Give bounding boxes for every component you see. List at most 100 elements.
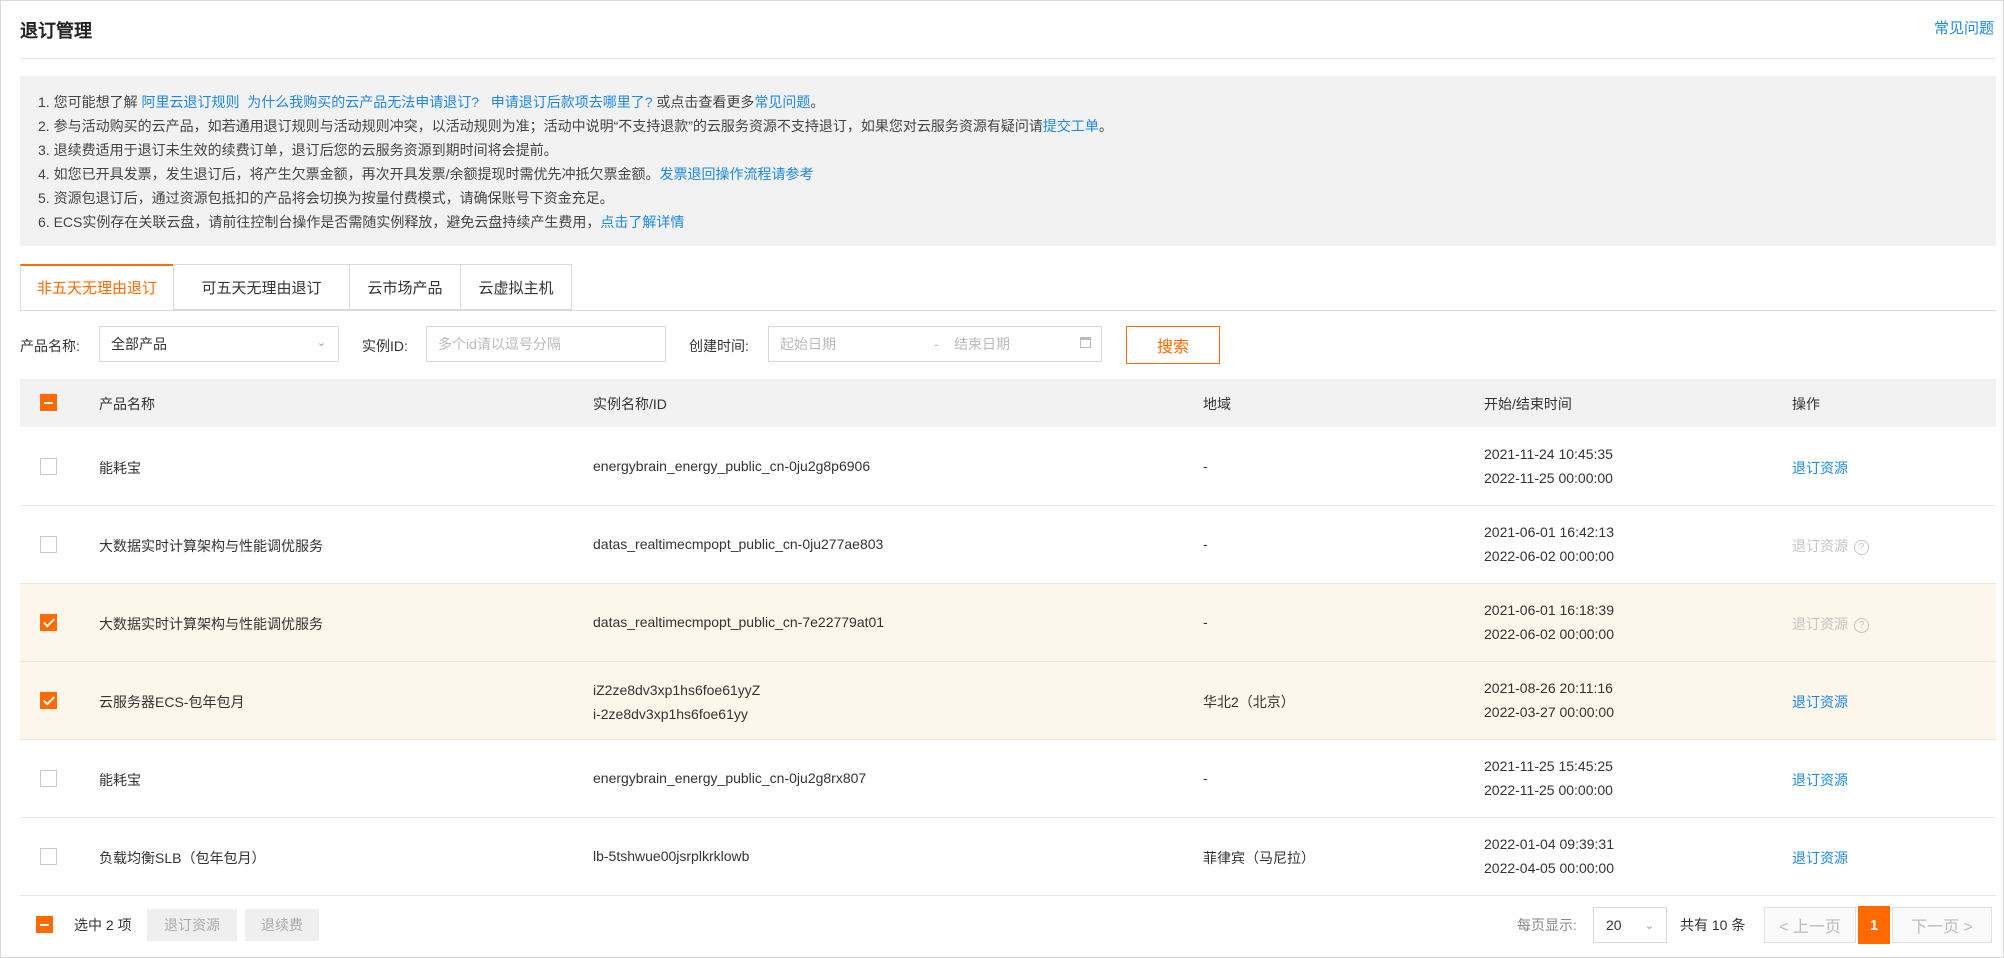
start-time: 2022-01-04 09:39:31: [1484, 836, 1614, 852]
total-count: 共有 10 条: [1680, 917, 1746, 933]
unsubscribe-resource-link[interactable]: 退订资源: [1792, 694, 1848, 710]
unsubscribe-resource-link: 退订资源: [1792, 538, 1848, 554]
notice-text: 。: [810, 94, 825, 110]
row-checkbox[interactable]: [40, 614, 57, 631]
notice-line-6: 6. ECS实例存在关联云盘，请前往控制台操作是否需随实例释放，避免云盘持续产生…: [38, 212, 684, 232]
instance-id: lb-5tshwue00jsrplkrklowb: [593, 848, 750, 864]
refund-destination-link[interactable]: 申请退订后款项去哪里了?: [491, 94, 653, 110]
faq-link[interactable]: 常见问题: [1934, 17, 1994, 38]
end-time: 2022-11-25 00:00:00: [1484, 782, 1613, 798]
why-cannot-refund-link[interactable]: 为什么我购买的云产品无法申请退订?: [247, 94, 479, 110]
footer-select-all-checkbox[interactable]: [36, 916, 53, 933]
action-cell: 退订资源?: [1792, 614, 1869, 634]
unsubscribe-resource-link[interactable]: 退订资源: [1792, 850, 1848, 866]
action-cell: 退订资源: [1792, 770, 1848, 790]
col-region: 地域: [1203, 396, 1231, 412]
product-name: 能耗宝: [99, 772, 141, 788]
tab-five-day[interactable]: 可五天无理由退订: [173, 264, 350, 310]
table-row: 大数据实时计算架构与性能调优服务 datas_realtimecmpopt_pub…: [20, 584, 1996, 662]
notice-line-4: 4. 如您已开具发票，发生退订后，将产生欠票金额，再次开具发票/余额提现时需优先…: [38, 164, 813, 184]
start-time: 2021-11-25 15:45:25: [1484, 758, 1613, 774]
end-date-input[interactable]: 结束日期: [954, 334, 1010, 354]
unsubscribe-resource-link[interactable]: 退订资源: [1792, 772, 1848, 788]
tabs-divider: [20, 310, 1996, 311]
page-size-select[interactable]: 20 ⌄: [1593, 907, 1667, 943]
notice-text: 1. 您可能想了解: [38, 94, 142, 110]
title-divider: [20, 58, 1996, 59]
row-checkbox[interactable]: [40, 770, 57, 787]
date-separator: -: [934, 336, 939, 352]
start-date-input[interactable]: 起始日期: [780, 334, 836, 354]
notice-text: 4. 如您已开具发票，发生退订后，将产生欠票金额，再次开具发票/余额提现时需优先…: [38, 166, 660, 182]
help-icon[interactable]: ?: [1854, 617, 1869, 633]
created-time-label: 创建时间:: [689, 338, 749, 354]
end-time: 2022-11-25 00:00:00: [1484, 470, 1613, 486]
row-checkbox[interactable]: [40, 692, 57, 709]
row-checkbox[interactable]: [40, 848, 57, 865]
table-row: 大数据实时计算架构与性能调优服务 datas_realtimecmpopt_pub…: [20, 506, 1996, 584]
col-instance: 实例名称/ID: [593, 396, 667, 412]
product-filter-label: 产品名称:: [20, 338, 80, 354]
notice-line-3: 3. 退续费适用于退订未生效的续费订单，退订后您的云服务资源到期时间将会提前。: [38, 142, 558, 158]
batch-unsubscribe-button[interactable]: 退订资源: [147, 909, 237, 941]
region: 菲律宾（马尼拉）: [1203, 850, 1315, 866]
refund-renewal-button[interactable]: 退续费: [245, 909, 319, 941]
action-cell: 退订资源: [1792, 458, 1848, 478]
chevron-down-icon: ⌄: [316, 337, 326, 349]
col-time: 开始/结束时间: [1484, 396, 1572, 412]
unsubscribe-resource-link[interactable]: 退订资源: [1792, 460, 1848, 476]
row-checkbox[interactable]: [40, 458, 57, 475]
notice-line-1: 1. 您可能想了解 阿里云退订规则 为什么我购买的云产品无法申请退订? 申请退订…: [38, 92, 824, 112]
prev-page-button[interactable]: < 上一页: [1764, 907, 1856, 943]
instance-id: i-2ze8dv3xp1hs6foe61yy: [593, 706, 748, 722]
table-row: 能耗宝 energybrain_energy_public_cn-0ju2g8rx…: [20, 740, 1996, 818]
start-time: 2021-08-26 20:11:16: [1484, 680, 1613, 696]
instance-id-input[interactable]: 多个id请以逗号分隔: [426, 326, 666, 362]
instance-id: datas_realtimecmpopt_public_cn-0ju277ae8…: [593, 536, 884, 552]
unsubscribe-resource-link: 退订资源: [1792, 616, 1848, 632]
help-icon[interactable]: ?: [1854, 539, 1869, 555]
table-row: 云服务器ECS-包年包月 iZ2ze8dv3xp1hs6foe61yyZ i-2ze…: [20, 662, 1996, 740]
tab-non-five-day[interactable]: 非五天无理由退订: [20, 264, 174, 310]
product-select-value: 全部产品: [111, 336, 167, 352]
region: -: [1203, 536, 1208, 552]
more-faq-link[interactable]: 常见问题: [754, 94, 810, 110]
select-all-checkbox[interactable]: [40, 394, 57, 411]
calendar-icon[interactable]: [1080, 337, 1091, 348]
ecs-details-link[interactable]: 点击了解详情: [600, 214, 684, 230]
table-row: 能耗宝 energybrain_energy_public_cn-0ju2g8p6…: [20, 428, 1996, 506]
submit-ticket-link[interactable]: 提交工单: [1043, 118, 1099, 134]
row-checkbox[interactable]: [40, 536, 57, 553]
search-button[interactable]: 搜索: [1126, 326, 1220, 364]
product-select[interactable]: 全部产品 ⌄: [99, 326, 339, 362]
table-row: 负载均衡SLB（包年包月） lb-5tshwue00jsrplkrklowb 菲律宾…: [20, 818, 1996, 896]
notice-line-5: 5. 资源包退订后，通过资源包抵扣的产品将会切换为按量付费模式，请确保账号下资金…: [38, 190, 614, 206]
region: -: [1203, 458, 1208, 474]
page-1-button[interactable]: 1: [1858, 906, 1890, 944]
action-cell: 退订资源: [1792, 848, 1848, 868]
invoice-return-link[interactable]: 发票退回操作流程请参考: [659, 166, 813, 182]
end-time: 2022-06-02 00:00:00: [1484, 626, 1614, 642]
notice-text: 或点击查看更多: [652, 94, 755, 110]
instance-id: datas_realtimecmpopt_public_cn-7e22779at…: [593, 614, 885, 630]
date-range-picker[interactable]: 起始日期 - 结束日期: [768, 326, 1102, 362]
end-time: 2022-04-05 00:00:00: [1484, 860, 1614, 876]
instance-filter-label: 实例ID:: [362, 338, 408, 354]
refund-rules-link[interactable]: 阿里云退订规则: [141, 94, 239, 110]
table-header: 产品名称 实例名称/ID 地域 开始/结束时间 操作: [20, 379, 1996, 427]
action-cell: 退订资源?: [1792, 536, 1869, 556]
start-time: 2021-06-01 16:18:39: [1484, 602, 1614, 618]
product-name: 云服务器ECS-包年包月: [99, 694, 245, 710]
tab-virtual-host[interactable]: 云虚拟主机: [460, 264, 572, 310]
col-product: 产品名称: [99, 396, 155, 412]
page-size-label: 每页显示:: [1517, 917, 1577, 933]
notice-text: 。: [1098, 118, 1113, 134]
tab-marketplace[interactable]: 云市场产品: [349, 264, 461, 310]
next-page-button[interactable]: 下一页 >: [1892, 907, 1992, 943]
start-time: 2021-06-01 16:42:13: [1484, 524, 1614, 540]
page-title: 退订管理: [20, 21, 92, 41]
selected-count: 选中 2 项: [74, 917, 132, 933]
notice-line-2: 2. 参与活动购买的云产品，如若通用退订规则与活动规则冲突，以活动规则为准；活动…: [38, 116, 1113, 136]
product-name: 大数据实时计算架构与性能调优服务: [99, 538, 323, 554]
product-name: 负载均衡SLB（包年包月）: [99, 850, 266, 866]
